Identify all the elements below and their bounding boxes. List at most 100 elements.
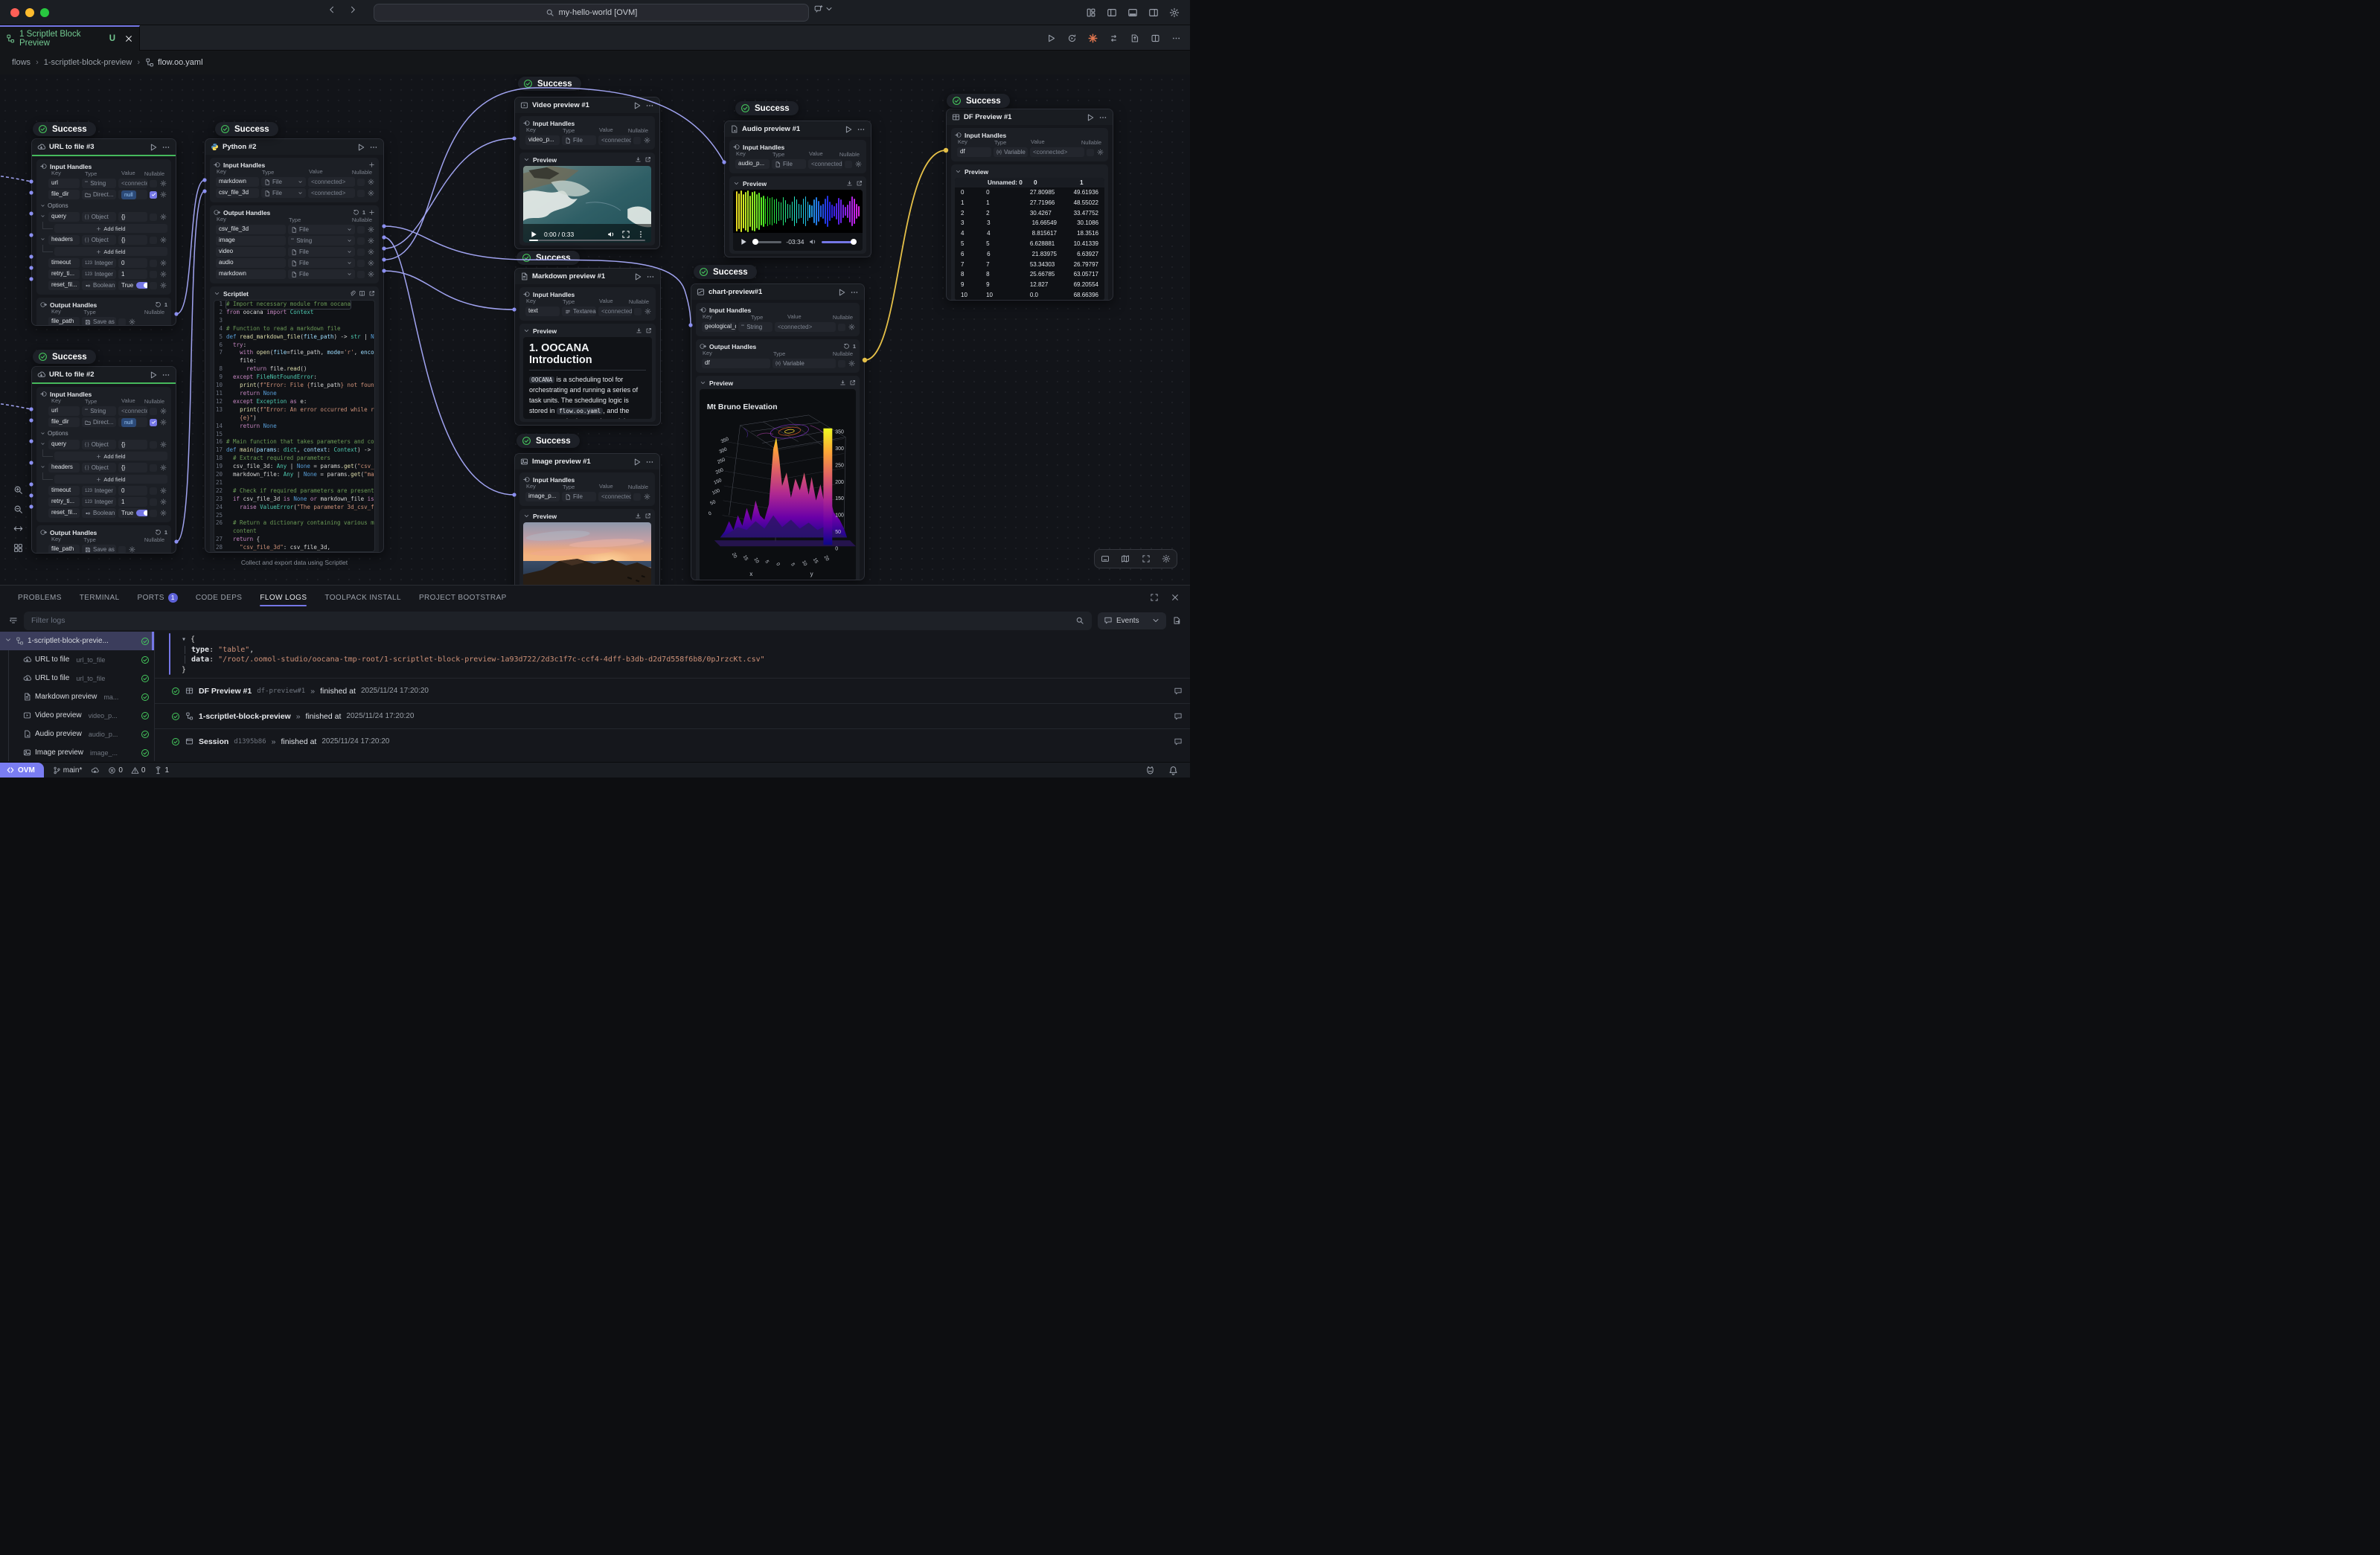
filter-input-wrap[interactable] [24, 612, 1092, 630]
field-type[interactable]: 123Integer [82, 269, 116, 279]
nullable-checkbox[interactable] [118, 318, 126, 326]
sync-button[interactable] [1109, 33, 1119, 43]
gear-icon[interactable] [128, 546, 136, 553]
field-key[interactable]: retry_ti... [48, 497, 80, 507]
table-row[interactable]: 10100.068.66396 [955, 290, 1104, 301]
node-image-preview-1[interactable]: Image preview #1 Input Handles KeyTypeVa… [514, 453, 660, 585]
nullable-checkbox[interactable] [150, 271, 157, 278]
gear-icon[interactable] [854, 161, 863, 167]
gear-icon[interactable] [159, 271, 167, 278]
table-row[interactable]: 9912.82769.20554 [955, 280, 1104, 290]
nullable-checkbox[interactable] [633, 137, 641, 144]
video-progress-bar[interactable] [529, 240, 645, 242]
node-menu-button[interactable] [857, 125, 866, 134]
field-type[interactable]: File [261, 188, 306, 198]
ai-spark-button[interactable] [1088, 33, 1098, 43]
rerun-flow-button[interactable] [1067, 33, 1077, 43]
node-python-2[interactable]: Python #2 Input Handles KeyTypeValueNull… [205, 138, 384, 553]
field-value[interactable]: null [118, 417, 147, 427]
field-type[interactable]: Boolean [82, 508, 116, 518]
gear-icon[interactable] [159, 419, 167, 426]
field-type[interactable]: File [261, 177, 306, 187]
node-audio-preview-1[interactable]: Audio preview #1 Input Handles KeyTypeVa… [724, 121, 871, 257]
volume-slider[interactable] [822, 241, 857, 243]
git-branch-item[interactable]: main* [53, 766, 83, 775]
run-node-button[interactable] [149, 371, 158, 379]
gear-icon[interactable] [367, 249, 375, 255]
nullable-checkbox[interactable] [634, 308, 642, 315]
nullable-checkbox[interactable] [838, 324, 845, 331]
node-header[interactable]: Markdown preview #1 [515, 269, 660, 284]
field-key[interactable]: headers [48, 235, 80, 245]
field-key[interactable]: text [525, 307, 560, 316]
history-icon[interactable] [353, 209, 359, 216]
node-header[interactable]: Audio preview #1 [725, 121, 871, 137]
grid-layout-button[interactable] [13, 543, 23, 553]
table-row[interactable]: 0027.8098549.61936 [955, 187, 1104, 198]
gear-icon[interactable] [1096, 149, 1104, 156]
field-key[interactable]: query [48, 440, 80, 449]
field-value[interactable]: <connected> [308, 188, 355, 198]
log-tree-item[interactable]: 1-scriptlet-block-previe... [0, 632, 154, 650]
table-row[interactable]: 7753.3430326.79797 [955, 260, 1104, 270]
add-field-button[interactable]: Add field [54, 247, 167, 256]
field-key[interactable]: df [702, 359, 770, 368]
log-row[interactable]: DF Preview #1df-preview#1»finished at202… [155, 678, 1190, 703]
nullable-checkbox[interactable] [357, 179, 365, 186]
gear-icon[interactable] [159, 408, 167, 414]
breadcrumb-file[interactable]: flow.oo.yaml [145, 58, 203, 67]
field-key[interactable]: reset_fil... [48, 280, 80, 290]
add-field-button[interactable]: Add field [54, 452, 167, 461]
field-key[interactable]: audio [216, 258, 286, 268]
field-key[interactable]: file_dir [48, 190, 80, 199]
field-key[interactable]: headers [48, 463, 80, 472]
node-df-preview-1[interactable]: DF Preview #1 Input Handles KeyTypeValue… [946, 109, 1113, 301]
gear-icon[interactable] [159, 237, 167, 243]
field-key[interactable]: geological_data [702, 322, 736, 332]
tab-problems[interactable]: PROBLEMS [18, 586, 62, 609]
chevron-down-icon[interactable] [214, 290, 220, 297]
field-type[interactable]: Save as [82, 317, 116, 326]
field-key[interactable]: retry_ti... [48, 269, 80, 279]
log-tree-item[interactable]: Video previewvideo_p... [0, 706, 154, 725]
chevron-down-icon[interactable] [523, 513, 530, 519]
nullable-checkbox[interactable] [357, 226, 365, 234]
field-value[interactable]: 1 [118, 497, 147, 507]
field-value[interactable]: {} [118, 463, 147, 472]
node-header[interactable]: Python #2 [205, 139, 383, 155]
nullable-checkbox[interactable] [357, 249, 365, 256]
close-panel-button[interactable] [1171, 593, 1180, 602]
run-flow-button[interactable] [1046, 33, 1056, 43]
field-type[interactable]: File [288, 247, 355, 257]
gear-icon[interactable] [643, 493, 651, 500]
toggle-bottom-panel-button[interactable] [1127, 7, 1138, 18]
add-output-button[interactable] [368, 209, 375, 216]
open-external-icon[interactable] [368, 290, 375, 297]
node-header[interactable]: Image preview #1 [515, 454, 659, 469]
field-key[interactable]: url [48, 406, 80, 416]
gear-icon[interactable] [159, 510, 167, 516]
gear-icon[interactable] [367, 237, 375, 244]
add-input-button[interactable] [368, 161, 375, 168]
field-value[interactable]: 0 [118, 486, 147, 496]
gear-icon[interactable] [128, 318, 136, 325]
comment-icon[interactable] [1174, 737, 1183, 746]
gear-icon[interactable] [159, 191, 167, 198]
field-key[interactable]: video_p... [525, 135, 560, 145]
remote-indicator[interactable]: OVM [0, 763, 44, 778]
gear-icon[interactable] [159, 464, 167, 471]
log-json-output[interactable]: ▾ {type: "table",data: "/root/.oomol-stu… [155, 632, 1190, 678]
play-button[interactable] [529, 230, 538, 239]
toggle-left-panel-button[interactable] [1107, 7, 1117, 18]
log-tree-item[interactable]: Image previewimage_... [0, 743, 154, 761]
nullable-checkbox[interactable] [633, 493, 641, 501]
boolean-toggle[interactable] [136, 510, 147, 516]
field-type[interactable]: File [772, 159, 806, 169]
field-type[interactable]: File [562, 135, 596, 145]
close-window-button[interactable] [10, 8, 19, 17]
gear-icon[interactable] [159, 498, 167, 505]
nullable-checkbox[interactable] [150, 498, 157, 506]
notifications-bell-icon[interactable] [1168, 766, 1178, 775]
node-menu-button[interactable] [850, 288, 859, 297]
seek-slider[interactable] [752, 241, 781, 243]
